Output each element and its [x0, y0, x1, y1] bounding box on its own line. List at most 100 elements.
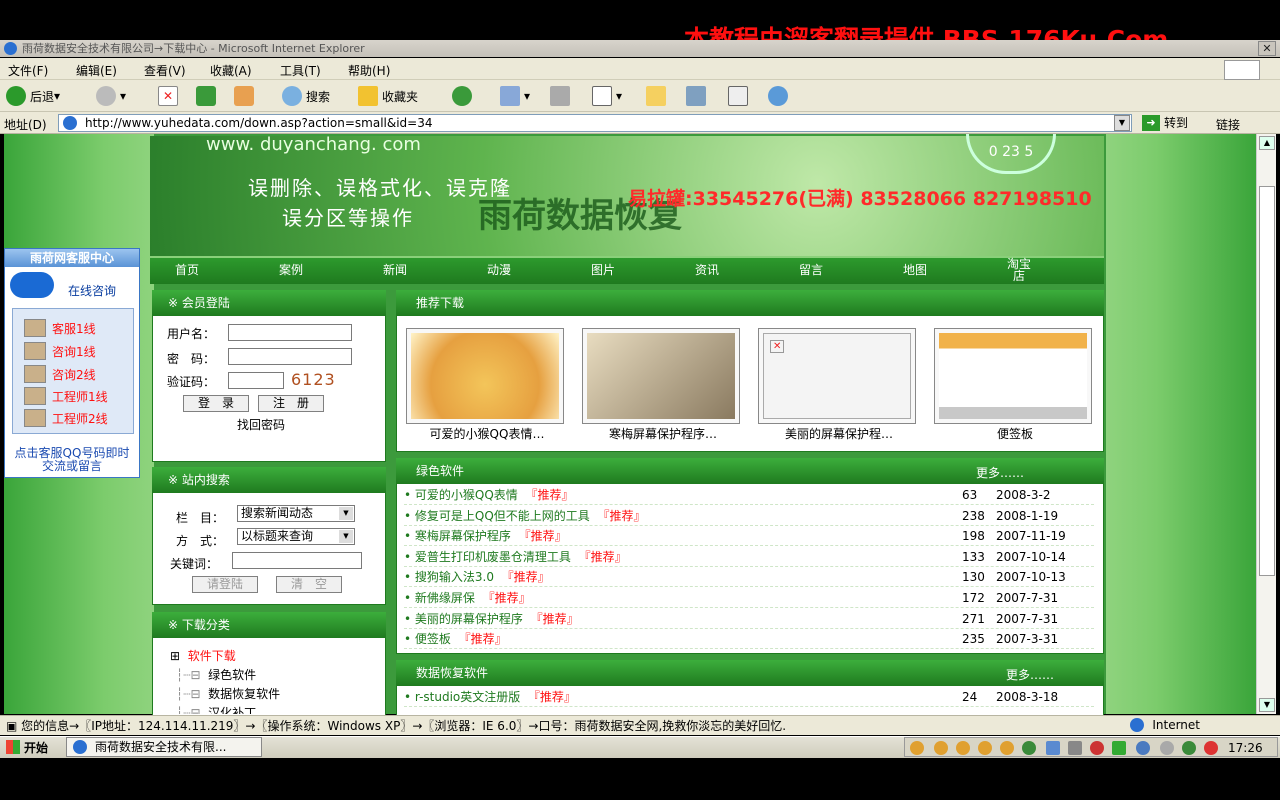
history-button[interactable] — [452, 86, 476, 106]
start-button[interactable]: 开始 — [0, 737, 58, 757]
edit-button[interactable]: ▾ — [592, 86, 622, 106]
monitor-tray-icon[interactable] — [1046, 741, 1060, 755]
qq-tray-icon[interactable] — [934, 741, 948, 755]
forward-button[interactable]: ▾ — [96, 86, 126, 106]
nav-anime[interactable]: 动漫 — [484, 264, 514, 276]
row-title[interactable]: 可爱的小猴QQ表情 — [415, 488, 518, 502]
tree-item-recovery[interactable]: ┆┈⊟ 数据恢复软件 — [176, 685, 280, 702]
service-line-5[interactable]: 工程师2线 — [24, 409, 108, 427]
service-line-3[interactable]: 咨询2线 — [24, 365, 96, 383]
row-title[interactable]: 修复可是上QQ但不能上网的工具 — [415, 509, 590, 523]
tree-item-patch[interactable]: ┆┈⊟ 汉化补丁 — [176, 704, 256, 714]
taskbar-ie-window[interactable]: 雨荷数据安全技术有限... — [66, 737, 262, 757]
search-button[interactable]: 搜索 — [282, 86, 330, 106]
antivirus-tray-icon[interactable] — [1204, 741, 1218, 755]
green-software-row[interactable]: • 爱普生打印机废墨仓清理工具 『推荐』 133 2007-10-14 — [404, 547, 1094, 567]
msn-button[interactable] — [768, 86, 792, 106]
online-consult-link[interactable]: 在线咨询 — [68, 282, 116, 299]
recommended-caption[interactable]: 寒梅屏幕保护程序… — [578, 425, 748, 442]
menu-help[interactable]: 帮助(H) — [348, 62, 390, 79]
mode-select[interactable]: 以标题来查询 ▼ — [237, 528, 355, 545]
keyword-field[interactable] — [232, 552, 362, 569]
nav-taobao[interactable]: 淘宝店 — [1004, 258, 1034, 282]
row-title[interactable]: 寒梅屏幕保护程序 — [415, 529, 511, 543]
qq-tray-icon[interactable] — [978, 741, 992, 755]
messenger-button[interactable] — [686, 86, 710, 106]
nav-pictures[interactable]: 图片 — [588, 264, 618, 276]
favorites-button[interactable]: 收藏夹 — [358, 86, 418, 106]
menu-tools[interactable]: 工具(T) — [280, 62, 321, 79]
research-button[interactable] — [728, 86, 752, 106]
qq-tray-icon[interactable] — [956, 741, 970, 755]
nav-home[interactable]: 首页 — [172, 264, 202, 276]
nav-guestbook[interactable]: 留言 — [796, 264, 826, 276]
nav-news[interactable]: 新闻 — [380, 264, 410, 276]
update-tray-icon[interactable] — [1136, 741, 1150, 755]
register-button[interactable]: 注 册 — [258, 395, 324, 412]
search-clear-button[interactable]: 清 空 — [276, 576, 342, 593]
row-title[interactable]: r-studio英文注册版 — [415, 690, 520, 704]
stop-button[interactable]: ✕ — [158, 86, 182, 106]
service-line-1[interactable]: 客服1线 — [24, 319, 96, 337]
folder-button[interactable] — [646, 86, 670, 106]
column-select[interactable]: 搜索新闻动态 ▼ — [237, 505, 355, 522]
tree-item-green[interactable]: ┆┈⊟ 绿色软件 — [176, 666, 256, 683]
recommended-caption[interactable]: 可爱的小猴QQ表情… — [402, 425, 572, 442]
login-button[interactable]: 登 录 — [183, 395, 249, 412]
green-software-row[interactable]: • 新佛缘屏保 『推荐』 172 2007-7-31 — [404, 588, 1094, 608]
row-title[interactable]: 搜狗输入法3.0 — [415, 570, 494, 584]
row-title[interactable]: 便签板 — [415, 632, 451, 646]
nav-cases[interactable]: 案例 — [276, 264, 306, 276]
scroll-thumb[interactable] — [1259, 186, 1275, 576]
window-titlebar[interactable]: 雨荷数据安全技术有限公司→下载中心 - Microsoft Internet E… — [0, 40, 1280, 57]
vertical-scrollbar[interactable]: ▲ ▼ — [1256, 134, 1276, 714]
row-title[interactable]: 爱普生打印机废墨仓清理工具 — [415, 550, 571, 564]
recommended-item-4[interactable] — [934, 328, 1092, 424]
search-submit-button[interactable]: 请登陆 — [192, 576, 258, 593]
window-close-button[interactable]: ✕ — [1258, 41, 1276, 56]
app-tray-icon[interactable] — [1182, 741, 1196, 755]
menu-file[interactable]: 文件(F) — [8, 62, 48, 79]
nav-info[interactable]: 资讯 — [692, 264, 722, 276]
green-more-link[interactable]: 更多…… — [976, 464, 1024, 481]
recommended-item-1[interactable] — [406, 328, 564, 424]
volume-tray-icon[interactable] — [1068, 741, 1082, 755]
refresh-button[interactable] — [196, 86, 220, 106]
scroll-up-icon[interactable]: ▲ — [1259, 136, 1275, 150]
customer-service-footer[interactable]: 点击客服QQ号码即时交流或留言 — [12, 447, 132, 473]
back-button[interactable]: 后退 ▾ — [6, 86, 60, 106]
go-button[interactable]: ➜ 转到 — [1142, 114, 1188, 131]
print-button[interactable] — [550, 86, 574, 106]
links-button[interactable]: 链接 — [1216, 116, 1240, 133]
green-software-row[interactable]: • 美丽的屏幕保护程序 『推荐』 271 2007-7-31 — [404, 609, 1094, 629]
green-software-row[interactable]: • 寒梅屏幕保护程序 『推荐』 198 2007-11-19 — [404, 526, 1094, 547]
mail-button[interactable]: ▾ — [500, 86, 530, 106]
captcha-field[interactable] — [228, 372, 284, 389]
qq-tray-icon[interactable] — [910, 741, 924, 755]
green-software-row[interactable]: • 便签板 『推荐』 235 2007-3-31 — [404, 629, 1094, 650]
recovery-software-row[interactable]: • r-studio英文注册版 『推荐』 24 2008-3-18 — [404, 687, 1094, 707]
settings-tray-icon[interactable] — [1160, 741, 1174, 755]
green-software-row[interactable]: • 可爱的小猴QQ表情 『推荐』 63 2008-3-2 — [404, 485, 1094, 505]
security-tray-icon[interactable] — [1090, 741, 1104, 755]
nav-map[interactable]: 地图 — [900, 264, 930, 276]
recommended-caption[interactable]: 美丽的屏幕保护程… — [754, 425, 924, 442]
qq-tray-icon[interactable] — [1000, 741, 1014, 755]
service-line-2[interactable]: 咨询1线 — [24, 342, 96, 360]
username-field[interactable] — [228, 324, 352, 341]
address-dropdown-icon[interactable]: ▼ — [1114, 115, 1130, 131]
signal-tray-icon[interactable] — [1112, 741, 1126, 755]
menu-favorites[interactable]: 收藏(A) — [210, 62, 252, 79]
home-button[interactable] — [234, 86, 258, 106]
password-field[interactable] — [228, 348, 352, 365]
address-input[interactable]: http://www.yuhedata.com/down.asp?action=… — [58, 114, 1132, 132]
menu-edit[interactable]: 编辑(E) — [76, 62, 117, 79]
recommended-caption[interactable]: 便签板 — [930, 425, 1100, 442]
recovery-more-link[interactable]: 更多…… — [1006, 666, 1054, 683]
green-software-row[interactable]: • 修复可是上QQ但不能上网的工具 『推荐』 238 2008-1-19 — [404, 506, 1094, 526]
green-software-row[interactable]: • 搜狗输入法3.0 『推荐』 130 2007-10-13 — [404, 567, 1094, 588]
row-title[interactable]: 美丽的屏幕保护程序 — [415, 612, 523, 626]
service-line-4[interactable]: 工程师1线 — [24, 387, 108, 405]
row-title[interactable]: 新佛缘屏保 — [415, 591, 475, 605]
tree-root[interactable]: ⊞ 软件下载 — [170, 647, 236, 664]
